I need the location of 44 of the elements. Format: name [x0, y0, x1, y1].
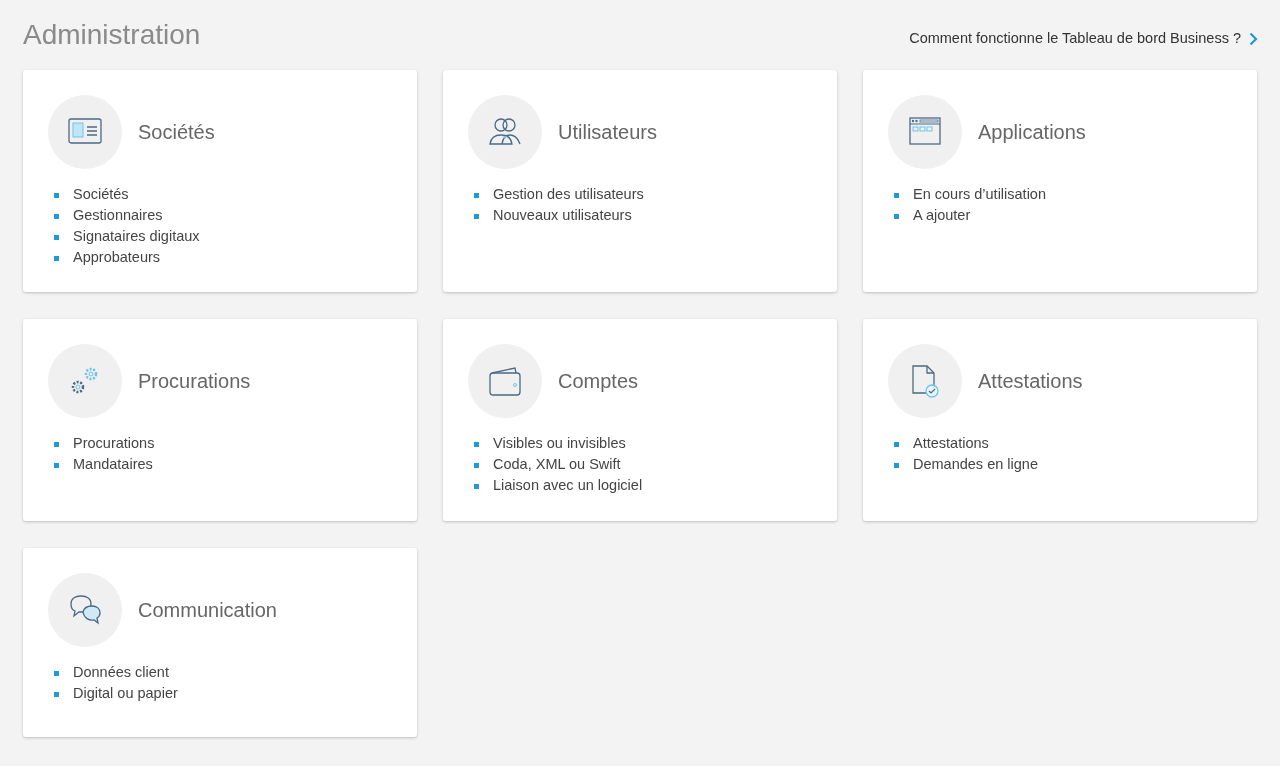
bullet-icon	[54, 462, 59, 468]
card-link[interactable]: En cours d’utilisation	[913, 184, 1046, 206]
bullet-icon	[54, 441, 59, 447]
card-title: Procurations	[138, 368, 251, 394]
card-link[interactable]: Liaison avec un logiciel	[493, 475, 643, 497]
card-link[interactable]: Visibles ou invisibles	[493, 433, 626, 455]
card-link[interactable]: Signataires digitaux	[73, 226, 200, 248]
card-link[interactable]: Gestion des utilisateurs	[493, 184, 644, 206]
card-title: Communication	[138, 597, 277, 623]
card-link[interactable]: Demandes en ligne	[913, 454, 1038, 476]
card-link[interactable]: Sociétés	[73, 184, 129, 206]
bullet-icon	[474, 213, 479, 219]
bullet-icon	[54, 255, 59, 261]
card-link[interactable]: Données client	[73, 662, 169, 684]
card-link[interactable]: Attestations	[913, 433, 989, 455]
bullet-icon	[894, 213, 899, 219]
bullet-icon	[474, 441, 479, 447]
bullet-icon	[54, 234, 59, 240]
bullet-icon	[894, 192, 899, 198]
card-link[interactable]: Digital ou papier	[73, 683, 178, 705]
bullet-icon	[54, 213, 59, 219]
card-title: Attestations	[978, 368, 1083, 394]
chevron-right-icon	[1249, 31, 1258, 46]
bullet-icon	[474, 192, 479, 198]
bullet-icon	[54, 192, 59, 198]
bullet-icon	[54, 691, 59, 697]
card-title: Applications	[978, 119, 1086, 145]
card-link[interactable]: Gestionnaires	[73, 205, 163, 227]
card-link[interactable]: Procurations	[73, 433, 155, 455]
card-title: Comptes	[558, 368, 639, 394]
card-link[interactable]: Approbateurs	[73, 247, 161, 269]
bullet-icon	[894, 441, 899, 447]
card-link[interactable]: Coda, XML ou Swift	[493, 454, 621, 476]
help-link[interactable]: Comment fonctionne le Tableau de bord Business ?	[909, 28, 1258, 50]
card-title: Sociétés	[138, 119, 215, 145]
bullet-icon	[54, 670, 59, 676]
page-title: Administration	[23, 18, 201, 52]
bullet-icon	[474, 462, 479, 468]
bullet-icon	[474, 483, 479, 489]
card-link[interactable]: Nouveaux utilisateurs	[493, 205, 632, 227]
card-link[interactable]: A ajouter	[913, 205, 971, 227]
card-link[interactable]: Mandataires	[73, 454, 153, 476]
card-title: Utilisateurs	[558, 119, 657, 145]
bullet-icon	[894, 462, 899, 468]
